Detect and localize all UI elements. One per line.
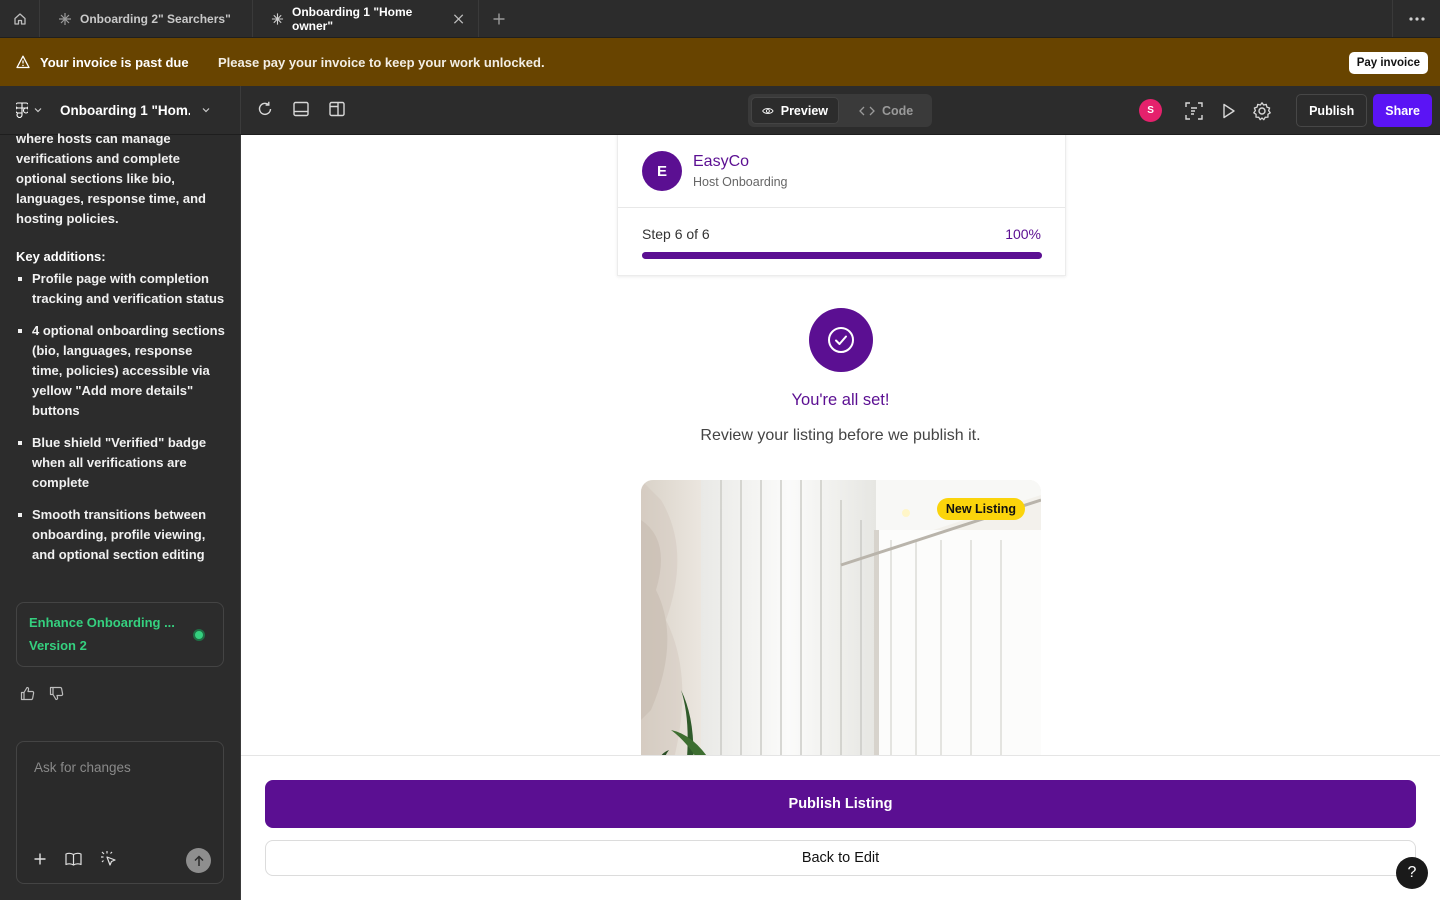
- panel-bottom-icon[interactable]: [292, 100, 310, 118]
- view-controls: [256, 100, 346, 118]
- pay-invoice-button[interactable]: Pay invoice: [1348, 52, 1428, 74]
- editor-toolbar: Onboarding 1 "Hom... Preview Code S Publ…: [0, 86, 1440, 135]
- project-switcher[interactable]: Onboarding 1 "Hom...: [0, 86, 241, 134]
- action-bar: Publish Listing Back to Edit ?: [241, 755, 1440, 900]
- design-file-icon: [271, 12, 284, 25]
- back-to-edit-button[interactable]: Back to Edit: [265, 840, 1416, 876]
- layout-split-icon[interactable]: [328, 100, 346, 118]
- inspect-icon[interactable]: [1184, 101, 1204, 121]
- chat-input-placeholder: Ask for changes: [34, 760, 131, 775]
- list-item: Smooth transitions between onboarding, p…: [16, 505, 226, 565]
- preview-code-toggle: Preview Code: [748, 94, 932, 127]
- key-additions-heading: Key additions:: [16, 249, 106, 264]
- chat-tools: [33, 850, 118, 868]
- listing-photo: New Listing: [641, 480, 1041, 770]
- play-icon[interactable]: [1218, 101, 1238, 121]
- chevron-down-icon: [202, 108, 210, 113]
- list-item: Profile page with completion tracking an…: [16, 269, 226, 309]
- design-file-icon: [59, 12, 71, 25]
- close-icon[interactable]: [453, 13, 464, 25]
- chat-sidebar: where hosts can manage verifications and…: [0, 131, 241, 900]
- warning-icon: [16, 55, 30, 69]
- eye-icon: [762, 107, 774, 114]
- version-label: Version 2: [29, 638, 87, 653]
- invoice-banner: Your invoice is past due Please pay your…: [0, 38, 1440, 86]
- code-label: Code: [882, 103, 914, 118]
- new-listing-badge: New Listing: [936, 498, 1025, 520]
- banner-title: Your invoice is past due: [40, 54, 189, 70]
- code-icon: [859, 106, 875, 115]
- share-button[interactable]: Share: [1373, 94, 1432, 127]
- version-card[interactable]: Enhance Onboarding ... Version 2: [16, 602, 224, 667]
- preview-tab[interactable]: Preview: [751, 97, 839, 124]
- key-additions-list: Profile page with completion tracking an…: [16, 269, 226, 577]
- refresh-icon[interactable]: [256, 100, 274, 118]
- onboarding-header-card: E EasyCo Host Onboarding Step 6 of 6 100…: [617, 135, 1066, 276]
- thumbs-down-icon[interactable]: [49, 686, 64, 701]
- code-tab[interactable]: Code: [849, 97, 923, 124]
- home-button[interactable]: [0, 0, 40, 37]
- plus-icon: [493, 13, 505, 24]
- tab-onboarding-2[interactable]: Onboarding 2" Searchers": [40, 0, 253, 37]
- publish-button[interactable]: Publish: [1296, 94, 1368, 127]
- listing-photo-illustration: [641, 480, 1041, 770]
- publish-listing-button[interactable]: Publish Listing: [265, 780, 1416, 828]
- divider: [618, 207, 1065, 208]
- preview-canvas: E EasyCo Host Onboarding Step 6 of 6 100…: [241, 135, 1440, 900]
- more-menu-button[interactable]: [1392, 0, 1440, 37]
- status-dot: [193, 629, 205, 641]
- check-circle-icon: [828, 327, 854, 353]
- settings-gear-icon[interactable]: [1252, 101, 1272, 121]
- plus-icon[interactable]: [33, 852, 47, 866]
- assistant-message-text: where hosts can manage verifications and…: [16, 131, 206, 226]
- progress-fill: [642, 252, 1042, 259]
- version-title: Enhance Onboarding ...: [29, 615, 175, 630]
- tab-label: Onboarding 1 "Home owner": [291, 4, 413, 33]
- feedback-buttons: [20, 686, 64, 701]
- list-item: Blue shield "Verified" badge when all ve…: [16, 433, 226, 493]
- project-name: Onboarding 1 "Hom...: [60, 102, 190, 118]
- list-item: 4 optional onboarding sections (bio, lan…: [16, 321, 226, 421]
- progress-bar: [642, 252, 1042, 259]
- success-check-badge: [809, 308, 873, 372]
- banner-message: Please pay your invoice to keep your wor…: [218, 54, 545, 70]
- chevron-down-icon: [34, 108, 42, 113]
- step-indicator: Step 6 of 6: [642, 226, 710, 242]
- tab-onboarding-1[interactable]: Onboarding 1 "Home owner": [253, 0, 479, 37]
- arrow-up-icon: [193, 854, 204, 866]
- book-icon[interactable]: [65, 852, 82, 866]
- success-subtitle: Review your listing before we publish it…: [700, 427, 981, 444]
- thumbs-up-icon[interactable]: [20, 686, 35, 701]
- chat-input-box[interactable]: Ask for changes: [16, 741, 224, 884]
- brand-name: EasyCo: [693, 153, 750, 170]
- send-button[interactable]: [186, 848, 211, 873]
- tab-bar: Onboarding 2" Searchers" Onboarding 1 "H…: [0, 0, 1440, 38]
- brand-avatar: E: [642, 151, 682, 191]
- select-element-icon[interactable]: [100, 850, 118, 868]
- figma-logo-icon: [16, 102, 28, 118]
- help-button[interactable]: ?: [1396, 857, 1428, 889]
- success-title: You're all set!: [791, 391, 890, 409]
- progress-percent: 100%: [1005, 226, 1041, 242]
- brand-subtitle: Host Onboarding: [693, 175, 788, 189]
- toolbar-actions: S Publish Share: [1139, 94, 1432, 127]
- new-tab-button[interactable]: [479, 0, 519, 37]
- user-avatar[interactable]: S: [1139, 99, 1163, 122]
- home-icon: [13, 12, 26, 25]
- more-horizontal-icon: [1408, 16, 1425, 21]
- tab-label: Onboarding 2" Searchers": [80, 11, 231, 26]
- preview-label: Preview: [780, 103, 828, 118]
